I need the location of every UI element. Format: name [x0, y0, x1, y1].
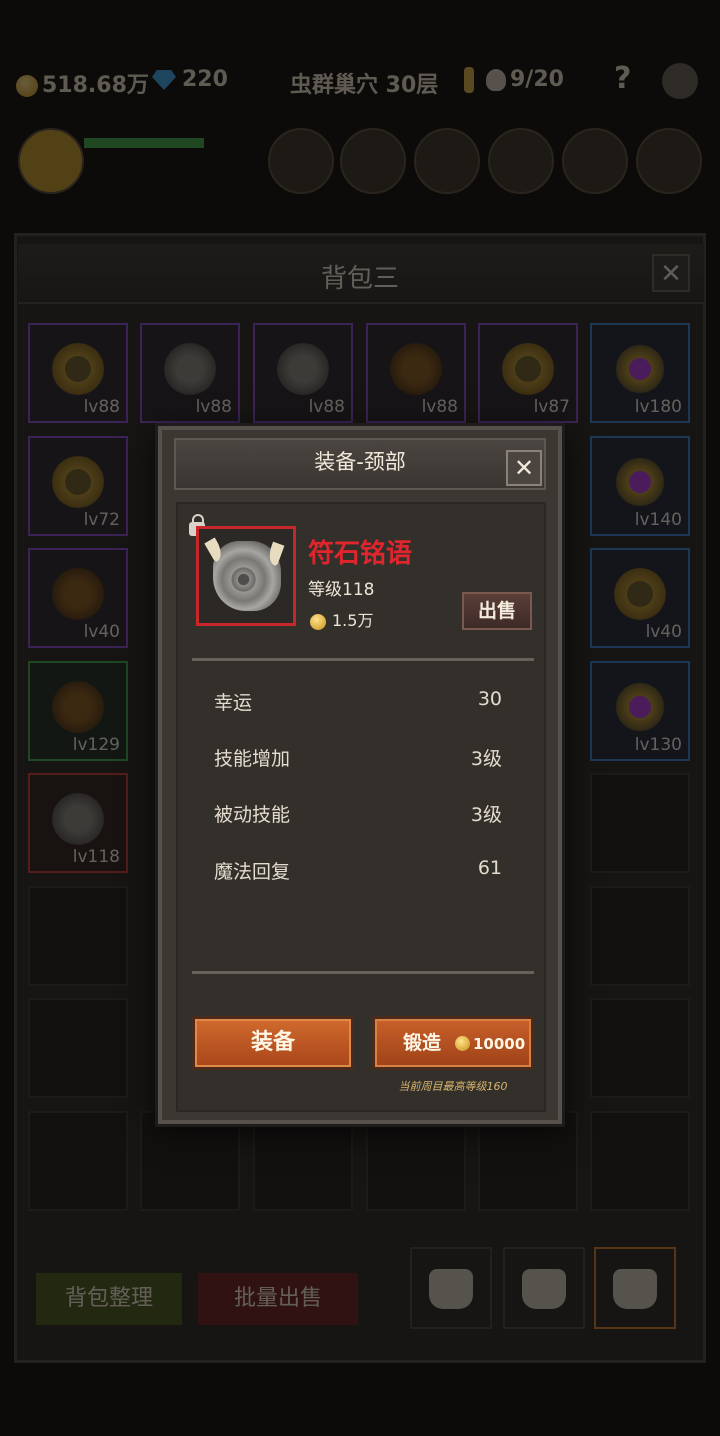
divider — [192, 971, 534, 974]
amulet-icon — [610, 339, 670, 399]
party-slot-icon[interactable] — [562, 128, 628, 194]
bag-slot-empty[interactable] — [28, 998, 128, 1098]
amulet-icon — [610, 452, 670, 512]
bag-tab-3[interactable] — [594, 1247, 676, 1329]
equip-button[interactable]: 装备 — [192, 1016, 354, 1070]
bag-slot-empty[interactable] — [590, 998, 690, 1098]
max-level-note: 当前周目最高等级160 — [398, 1080, 508, 1093]
gold-coin-icon — [16, 75, 38, 97]
bag-slot[interactable]: lv40 — [590, 548, 690, 648]
bag-slot[interactable]: lv118 — [28, 773, 128, 873]
bag-slot-empty[interactable] — [366, 1111, 466, 1211]
bag-tab-1[interactable] — [410, 1247, 492, 1329]
bag-slot[interactable]: lv88 — [28, 323, 128, 423]
key-counter: 9/20 — [464, 67, 564, 93]
item-level: 等级118 — [308, 580, 375, 600]
dialog-close-icon[interactable]: ✕ — [506, 450, 542, 486]
stat-row: 被动技能 3级 — [214, 800, 502, 827]
bag-slot-empty[interactable] — [140, 1111, 240, 1211]
bag-slot-empty[interactable] — [253, 1111, 353, 1211]
item-price: 1.5万 — [310, 607, 373, 631]
stat-name: 被动技能 — [214, 804, 291, 826]
bag-slot-empty[interactable] — [590, 886, 690, 986]
settings-gear-icon[interactable] — [662, 63, 698, 99]
bag-slot[interactable]: lv88 — [253, 323, 353, 423]
dialog-title: 装备-颈部 — [314, 450, 406, 474]
bag-slot[interactable]: lv88 — [140, 323, 240, 423]
bag-slot-empty[interactable] — [478, 1111, 578, 1211]
stat-value: 3级 — [470, 804, 502, 826]
ring-icon — [610, 564, 670, 624]
bag-slot-empty[interactable] — [590, 1111, 690, 1211]
hero-party-bar — [0, 120, 720, 210]
bag-icon — [429, 1269, 473, 1309]
stat-value: 3级 — [470, 748, 502, 770]
item-icon-frame — [196, 526, 296, 626]
sell-button[interactable]: 出售 — [462, 592, 532, 630]
bag-slot-empty[interactable] — [28, 886, 128, 986]
bag-slot-empty[interactable] — [28, 1111, 128, 1211]
bag-slot-empty[interactable] — [590, 773, 690, 873]
skull-icon — [486, 69, 506, 91]
boots-icon — [273, 339, 333, 399]
bag-slot[interactable]: lv72 — [28, 436, 128, 536]
stat-value: 61 — [477, 857, 502, 879]
equipment-dialog: 装备-颈部 ✕ 符石铭语 等级118 1.5万 出售 幸运 30 技能增加 3级 被… — [158, 426, 562, 1124]
forge-button[interactable]: 锻造 10000 — [372, 1016, 534, 1070]
gold-counter: 518.68万 — [16, 67, 149, 99]
ring-icon — [48, 452, 108, 512]
stat-name: 魔法回复 — [214, 861, 291, 883]
necklace-icon — [48, 789, 108, 849]
dungeon-floor[interactable]: 虫群巢穴 30层 — [290, 67, 438, 99]
stat-name: 幸运 — [214, 692, 253, 714]
party-slot-icon[interactable] — [340, 128, 406, 194]
key-icon — [464, 67, 474, 93]
item-name: 符石铭语 — [308, 539, 413, 569]
ring-icon — [498, 339, 558, 399]
gloves-icon — [386, 339, 446, 399]
party-slot-icon[interactable] — [268, 128, 334, 194]
stat-row: 魔法回复 61 — [214, 857, 502, 884]
party-slot-icon[interactable] — [488, 128, 554, 194]
bag-icon — [522, 1269, 566, 1309]
ring-icon — [48, 339, 108, 399]
gloves-icon — [48, 677, 108, 737]
stat-row: 幸运 30 — [214, 688, 502, 715]
orb-icon — [610, 677, 670, 737]
bag-title: 背包三 — [320, 264, 399, 294]
stat-name: 技能增加 — [214, 748, 291, 770]
party-slot-icon[interactable] — [636, 128, 702, 194]
bag-slot[interactable]: lv88 — [366, 323, 466, 423]
bag-close-icon[interactable]: ✕ — [652, 254, 690, 292]
top-resource-bar: 518.68万 220 虫群巢穴 30层 9/20 ? — [0, 55, 720, 111]
gold-coin-icon — [455, 1036, 470, 1051]
gem-icon — [152, 70, 176, 90]
stat-value: 30 — [477, 688, 502, 710]
party-slot-icon[interactable] — [414, 128, 480, 194]
forge-cost: 10000 — [473, 1035, 526, 1053]
stat-row: 技能增加 3级 — [214, 744, 502, 771]
bag-icon — [613, 1269, 657, 1309]
bag-slot[interactable]: lv180 — [590, 323, 690, 423]
help-button[interactable]: ? — [614, 61, 631, 96]
forge-label: 锻造 — [403, 1032, 442, 1054]
bag-slot[interactable]: lv140 — [590, 436, 690, 536]
gem-counter: 220 — [152, 67, 228, 92]
bag-slot[interactable]: lv129 — [28, 661, 128, 761]
boots-icon — [160, 339, 220, 399]
bulk-sell-button[interactable]: 批量出售 — [198, 1273, 358, 1325]
bag-slot[interactable]: lv87 — [478, 323, 578, 423]
bag-tab-2[interactable] — [503, 1247, 585, 1329]
gold-coin-icon — [310, 613, 326, 630]
hero-portrait[interactable] — [18, 128, 84, 194]
shield-icon — [48, 564, 108, 624]
sort-bag-button[interactable]: 背包整理 — [36, 1273, 182, 1325]
hero-health-bar — [84, 138, 204, 148]
divider — [192, 658, 534, 661]
bag-slot[interactable]: lv130 — [590, 661, 690, 761]
bag-slot[interactable]: lv40 — [28, 548, 128, 648]
